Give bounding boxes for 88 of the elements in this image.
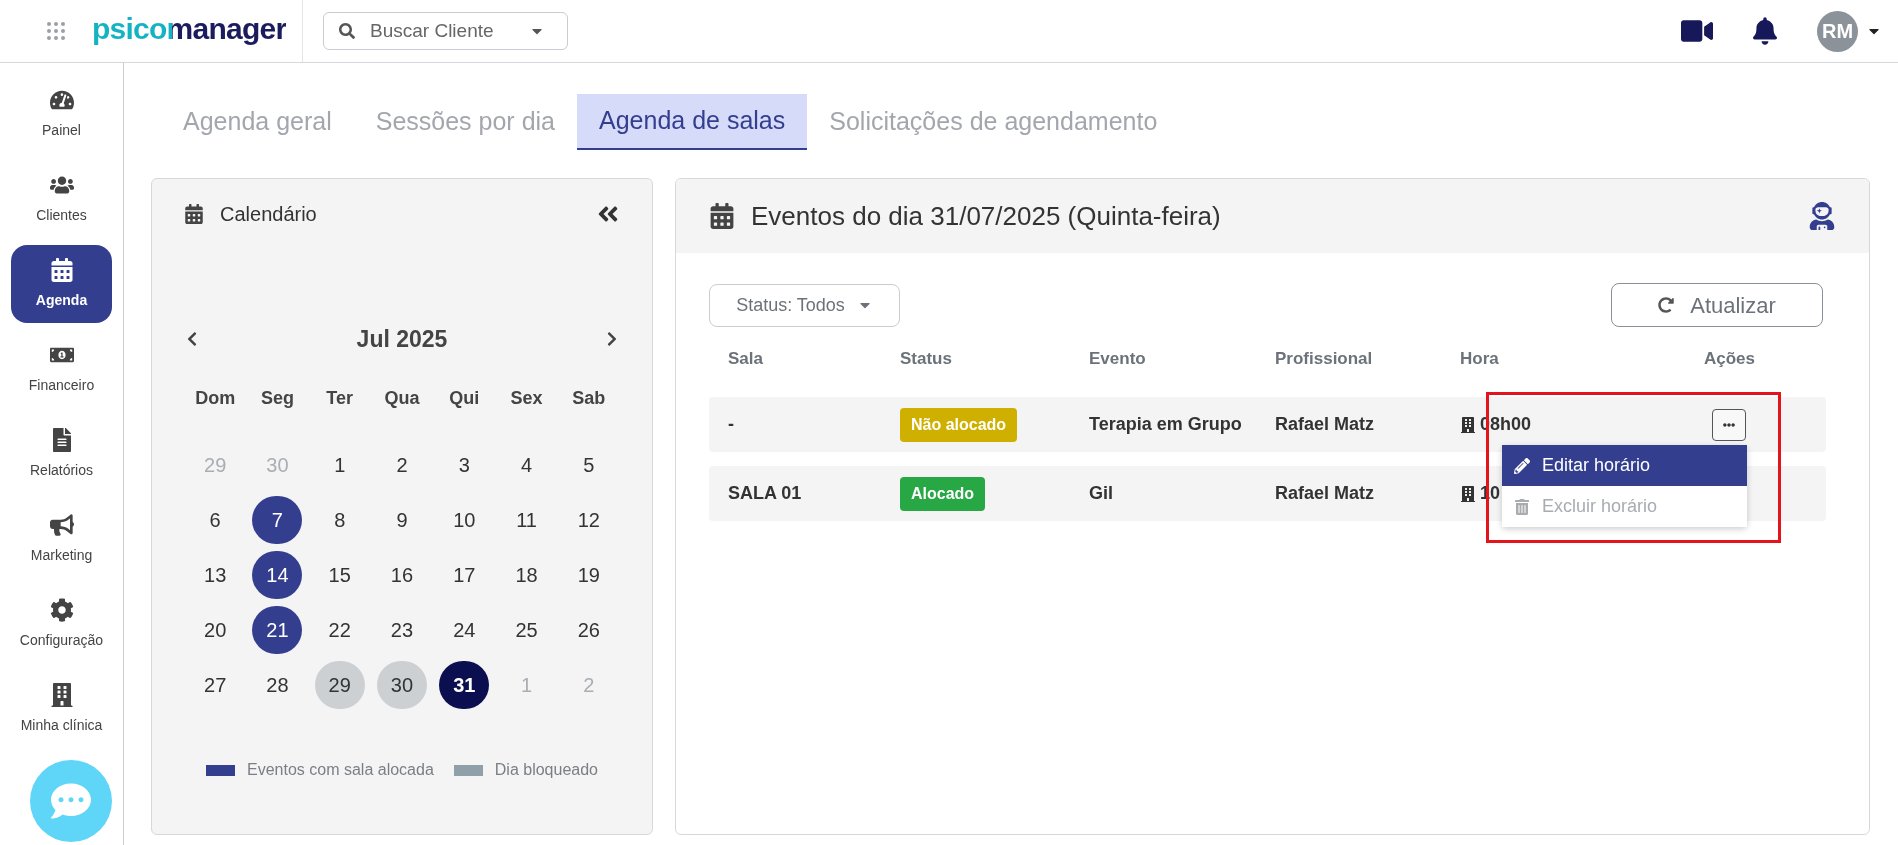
- weekday-label: Qui: [449, 386, 480, 410]
- column-header: Evento: [1089, 348, 1147, 371]
- weekday-label: Ter: [326, 386, 354, 410]
- building-icon: [1460, 485, 1476, 502]
- table-cell-text: Rafael Matz: [1275, 413, 1376, 436]
- building-icon: [1460, 416, 1476, 433]
- bell-icon[interactable]: [1753, 17, 1777, 45]
- column-header: Sala: [728, 348, 764, 371]
- sidebar-item[interactable]: Painel: [11, 75, 112, 153]
- calendar-day[interactable]: 12: [563, 496, 614, 544]
- calendar-day[interactable]: 26: [563, 606, 614, 654]
- refresh-icon: [1658, 297, 1675, 313]
- sidebar-item[interactable]: Relatórios: [11, 415, 112, 493]
- column-header: Ações: [1704, 348, 1757, 371]
- legend-label: Dia bloqueado: [494, 760, 598, 780]
- calendar-day[interactable]: 10: [439, 496, 490, 544]
- pencil-icon: [1514, 457, 1530, 474]
- calendar-day[interactable]: 19: [563, 551, 614, 599]
- calendar-icon: [49, 257, 74, 282]
- column-header: Profissional: [1275, 348, 1374, 371]
- calendar-icon: [184, 204, 204, 224]
- megaphone-icon: [49, 512, 74, 537]
- table-cell-text: -: [728, 413, 735, 436]
- calendar-day[interactable]: 23: [377, 606, 427, 654]
- weekday-label: Sab: [572, 386, 606, 410]
- sidebar-item[interactable]: Financeiro: [11, 330, 112, 408]
- sidebar-item[interactable]: Configuração: [11, 585, 112, 663]
- status-filter-dropdown[interactable]: Status: Todos: [709, 283, 900, 327]
- calendar-icon: [709, 203, 735, 229]
- weekday-label: Seg: [260, 386, 294, 410]
- calendar-day[interactable]: 14: [252, 551, 303, 599]
- apps-grid-icon[interactable]: [44, 19, 68, 43]
- robot-icon[interactable]: [1808, 202, 1836, 230]
- logo: psicomanager: [92, 14, 287, 48]
- table-cell-text: Rafael Matz: [1275, 482, 1376, 505]
- sidebar-item[interactable]: Marketing: [11, 500, 112, 578]
- search-field[interactable]: Buscar Cliente: [323, 12, 568, 50]
- more-actions-button[interactable]: [1712, 408, 1746, 441]
- month-title: Jul 2025: [356, 324, 448, 354]
- calendar-day[interactable]: 22: [314, 606, 365, 654]
- calendar-day[interactable]: 8: [314, 496, 365, 544]
- weekday-label: Dom: [195, 386, 236, 410]
- table-cell-text: SALA 01: [728, 482, 803, 505]
- calendar-day[interactable]: 6: [190, 496, 241, 544]
- menu-item[interactable]: Editar horário: [1502, 445, 1747, 486]
- chat-icon: [51, 781, 91, 821]
- calendar-day[interactable]: 13: [190, 551, 241, 599]
- calendar-day[interactable]: 20: [190, 606, 241, 654]
- building-icon: [49, 682, 74, 707]
- calendar-day[interactable]: 30: [377, 661, 427, 709]
- settings-icon: [49, 597, 74, 622]
- calendar-day[interactable]: 21: [252, 606, 303, 654]
- weekday-label: Qua: [384, 386, 420, 410]
- search-icon: [339, 23, 355, 39]
- calendar-day[interactable]: 2: [377, 441, 427, 489]
- column-header: Hora: [1460, 348, 1500, 371]
- tab[interactable]: Agenda de salas: [577, 94, 808, 150]
- calendar-day[interactable]: 28: [252, 661, 303, 709]
- calendar-day[interactable]: 9: [377, 496, 427, 544]
- panel-title: Eventos do dia 31/07/2025 (Quinta-feira): [751, 199, 1221, 233]
- legend-label: Eventos com sala alocada: [247, 760, 434, 780]
- calendar-day[interactable]: 11: [501, 496, 552, 544]
- calendar-day[interactable]: 16: [377, 551, 427, 599]
- calendar-day[interactable]: 17: [439, 551, 490, 599]
- table-cell-text: Terapia em Grupo: [1089, 413, 1243, 436]
- sidebar-item[interactable]: Agenda: [11, 245, 112, 323]
- refresh-button[interactable]: Atualizar: [1611, 283, 1823, 327]
- calendar-day[interactable]: 15: [314, 551, 365, 599]
- table-cell-text: Gil: [1089, 482, 1114, 505]
- column-header: Status: [900, 348, 953, 371]
- trash-icon: [1514, 498, 1530, 515]
- calendar-day[interactable]: 4: [501, 441, 552, 489]
- calendar-day[interactable]: 18: [501, 551, 552, 599]
- panel-title: Calendário: [220, 202, 317, 227]
- sidebar-item[interactable]: Clientes: [11, 160, 112, 238]
- calendar-day[interactable]: 3: [439, 441, 490, 489]
- calendar-day[interactable]: 1: [314, 441, 365, 489]
- calendar-day[interactable]: 7: [252, 496, 303, 544]
- calendar-day[interactable]: 31: [439, 661, 490, 709]
- status-tag: Alocado: [900, 476, 986, 511]
- calendar-day[interactable]: 5: [563, 441, 614, 489]
- weekday-label: Sex: [510, 386, 543, 410]
- calendar-day[interactable]: 29: [314, 661, 365, 709]
- calendar-day[interactable]: 25: [501, 606, 552, 654]
- calendar-day[interactable]: 24: [439, 606, 490, 654]
- calendar-day[interactable]: 27: [190, 661, 241, 709]
- status-tag: Não alocado: [900, 407, 1018, 442]
- sidebar-item[interactable]: Minha clínica: [11, 670, 112, 748]
